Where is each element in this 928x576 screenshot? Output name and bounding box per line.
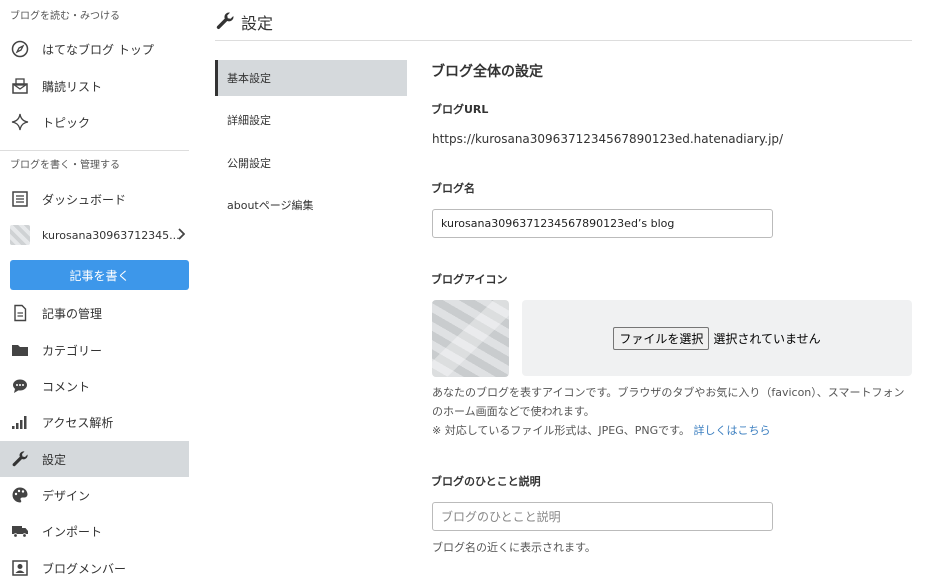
read-section-heading: ブログを読む・みつける: [10, 11, 120, 22]
file-format-note: ※ 対応しているファイル形式は、JPEG、PNGです。: [432, 424, 691, 437]
icon-help-line: ※ 対応しているファイル形式は、JPEG、PNGです。 詳しくはこちら: [432, 421, 922, 440]
folder-icon: [10, 340, 30, 360]
choose-file-button[interactable]: ファイルを選択: [613, 326, 710, 350]
wrench-icon: [215, 11, 235, 34]
sidebar-item-categories[interactable]: カテゴリー: [0, 332, 189, 368]
description-help-text: ブログ名の近くに表示されます。: [432, 541, 596, 554]
member-icon: [10, 558, 30, 576]
sidebar-item-label: ダッシュボード: [42, 192, 127, 207]
sidebar-item-comments[interactable]: コメント: [0, 368, 189, 404]
comment-icon: [10, 376, 30, 396]
page-title: 設定: [241, 14, 274, 33]
sidebar-item-articles[interactable]: 記事の管理: [0, 295, 189, 331]
manage-section-heading: ブログを書く・管理する: [10, 160, 120, 171]
sidebar-item-label: はてなブログ トップ: [42, 42, 154, 57]
compass-icon: [10, 39, 30, 59]
page-header: 設定: [215, 10, 273, 34]
sidebar-item-members[interactable]: ブログメンバー: [0, 550, 189, 576]
blog-url-value: https://kurosana3096371234567890123ed.ha…: [432, 132, 784, 146]
truck-icon: [10, 521, 30, 541]
details-link[interactable]: 詳しくはこちら: [694, 424, 771, 437]
sidebar-item-label: デザイン: [42, 488, 91, 503]
blog-name-input[interactable]: [432, 209, 773, 238]
header-divider: [215, 40, 912, 41]
chevron-right-icon: [177, 228, 186, 243]
file-status-text: 選択されていません: [713, 331, 821, 346]
blog-icon-label: ブログアイコン: [431, 273, 508, 286]
write-article-button[interactable]: 記事を書く: [10, 260, 189, 290]
sidebar: ブログを読む・みつける はてなブログ トップ 購読リスト トピック ブログを書く…: [0, 0, 189, 576]
tab-publish-settings[interactable]: 公開設定: [215, 145, 407, 181]
sidebar-item-hatena-top[interactable]: はてなブログ トップ: [0, 31, 189, 67]
sidebar-item-design[interactable]: デザイン: [0, 477, 189, 513]
sidebar-item-label: インポート: [42, 524, 103, 539]
sidebar-item-label: 設定: [42, 452, 67, 467]
sidebar-blog-name: kurosana30963712345...: [42, 228, 180, 242]
sidebar-divider: [0, 150, 189, 151]
sidebar-item-label: ブログメンバー: [42, 561, 127, 576]
tab-basic-settings[interactable]: 基本設定: [215, 60, 407, 96]
subscription-icon: [10, 76, 30, 96]
sidebar-item-label: コメント: [42, 379, 91, 394]
sidebar-item-label: トピック: [42, 115, 91, 130]
blog-icon-preview: [432, 300, 509, 377]
section-title: ブログ全体の設定: [431, 64, 543, 80]
sidebar-item-import[interactable]: インポート: [0, 513, 189, 549]
icon-help-line: のホーム画面などで使われます。: [432, 405, 595, 418]
wrench-icon: [10, 449, 30, 469]
sidebar-item-topics[interactable]: トピック: [0, 104, 189, 140]
sidebar-item-subscriptions[interactable]: 購読リスト: [0, 68, 189, 104]
blog-description-input[interactable]: [432, 502, 773, 531]
icon-help-text: あなたのブログを表すアイコンです。ブラウザのタブやお気に入り（favicon）、…: [432, 383, 922, 440]
sidebar-item-dashboard[interactable]: ダッシュボード: [0, 181, 189, 217]
icon-help-line: あなたのブログを表すアイコンです。ブラウザのタブやお気に入り（favicon）、…: [432, 386, 905, 399]
tab-about-page[interactable]: aboutページ編集: [215, 187, 407, 223]
tab-detail-settings[interactable]: 詳細設定: [215, 102, 407, 138]
blog-description-label: ブログのひとこと説明: [431, 475, 541, 488]
signal-bars-icon: [10, 412, 30, 432]
sidebar-item-analytics[interactable]: アクセス解析: [0, 404, 189, 440]
file-drop-zone[interactable]: ファイルを選択 選択されていません: [522, 300, 912, 376]
sidebar-item-label: カテゴリー: [42, 343, 103, 358]
sidebar-item-label: アクセス解析: [42, 415, 114, 430]
blog-url-label: ブログURL: [431, 103, 489, 116]
palette-icon: [10, 485, 30, 505]
blog-thumbnail: [10, 225, 30, 245]
dashboard-icon: [10, 189, 30, 209]
sidebar-item-settings[interactable]: 設定: [0, 441, 189, 477]
sidebar-item-blog[interactable]: kurosana30963712345...: [0, 217, 189, 253]
blog-name-label: ブログ名: [431, 182, 475, 195]
document-icon: [10, 303, 30, 323]
sidebar-item-label: 購読リスト: [42, 79, 103, 94]
sidebar-item-label: 記事の管理: [42, 306, 103, 321]
sparkle-icon: [10, 112, 30, 132]
